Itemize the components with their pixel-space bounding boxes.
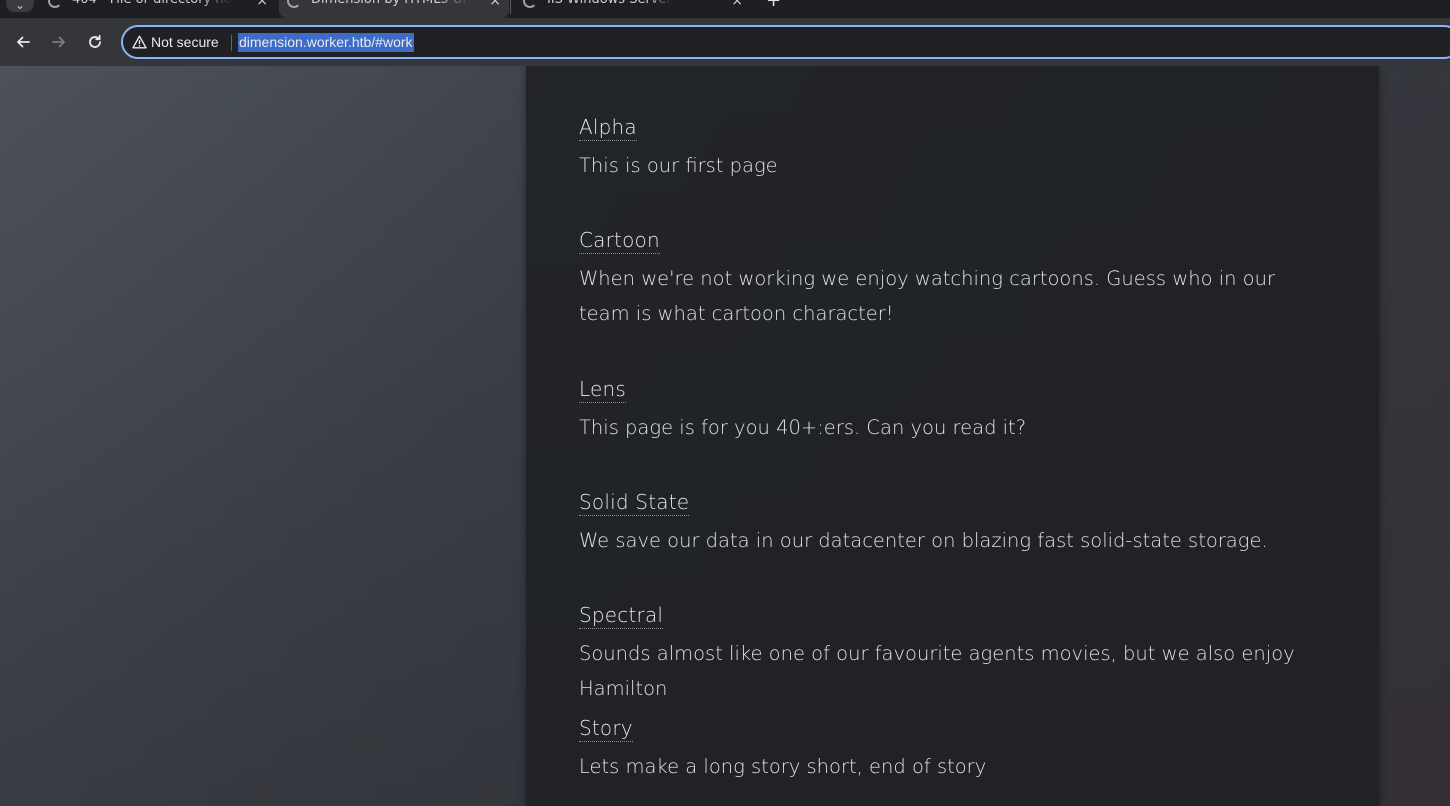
globe-icon <box>287 0 301 8</box>
item-title-link[interactable]: Story <box>579 716 633 742</box>
item-description: Lets make a long story short, end of sto… <box>579 755 987 778</box>
tab-iis[interactable]: IIS Windows Server × <box>515 0 751 18</box>
list-item: Story Lets make a long story short, end … <box>579 716 1319 784</box>
tab-search-button[interactable]: ⌄ <box>6 0 34 12</box>
list-item: Cartoon When we're not working we enjoy … <box>579 228 1319 331</box>
tab-divider <box>510 0 511 14</box>
page-viewport: Alpha This is our first page Cartoon Whe… <box>0 66 1450 806</box>
warning-icon <box>132 35 147 49</box>
item-description: Sounds almost like one of our favourite … <box>579 642 1295 700</box>
back-button[interactable] <box>11 30 35 54</box>
close-icon[interactable]: × <box>256 0 268 9</box>
close-icon[interactable]: × <box>489 0 501 9</box>
browser-toolbar: Not secure dimension.worker.htb/#work <box>0 18 1450 66</box>
list-item: Alpha This is our first page <box>579 115 1319 183</box>
reload-button[interactable] <box>83 30 107 54</box>
address-bar[interactable]: Not secure dimension.worker.htb/#work <box>121 25 1450 59</box>
item-description: This page is for you 40+:ers. Can you re… <box>579 416 1027 439</box>
list-item: Lens This page is for you 40+:ers. Can y… <box>579 377 1319 445</box>
tab-dimension[interactable]: Dimension by HTML5 UP × <box>279 0 509 18</box>
arrow-left-icon <box>17 36 30 48</box>
url-divider <box>231 35 232 51</box>
item-title-link[interactable]: Cartoon <box>579 228 660 254</box>
tab-title: IIS Windows Server <box>547 0 672 8</box>
item-title-link[interactable]: Solid State <box>579 490 690 516</box>
not-secure-label[interactable]: Not secure <box>151 34 219 50</box>
item-title-link[interactable]: Lens <box>579 377 626 403</box>
arrow-right-icon <box>52 36 65 48</box>
item-title-link[interactable]: Spectral <box>579 603 664 629</box>
url-text[interactable]: dimension.worker.htb/#work <box>238 33 414 52</box>
tab-strip: ⌄ 404 - File or directory no × Dimension… <box>0 0 1450 18</box>
item-description: This is our first page <box>579 154 778 177</box>
tab-title: 404 - File or directory no <box>72 0 232 8</box>
close-icon[interactable]: × <box>731 0 743 9</box>
list-item: Solid State We save our data in our data… <box>579 490 1319 558</box>
globe-icon <box>48 0 62 8</box>
work-article: Alpha This is our first page Cartoon Whe… <box>526 66 1379 806</box>
tab-404[interactable]: 404 - File or directory no × <box>40 0 276 18</box>
list-item: Spectral Sounds almost like one of our f… <box>579 603 1319 706</box>
globe-icon <box>523 0 537 8</box>
item-description: When we're not working we enjoy watching… <box>579 267 1275 325</box>
new-tab-icon[interactable]: + <box>766 0 781 10</box>
item-description: We save our data in our datacenter on bl… <box>579 529 1268 552</box>
tab-title: Dimension by HTML5 UP <box>311 0 470 8</box>
forward-button[interactable] <box>47 30 71 54</box>
item-title-link[interactable]: Alpha <box>579 115 637 141</box>
reload-icon <box>89 34 101 48</box>
